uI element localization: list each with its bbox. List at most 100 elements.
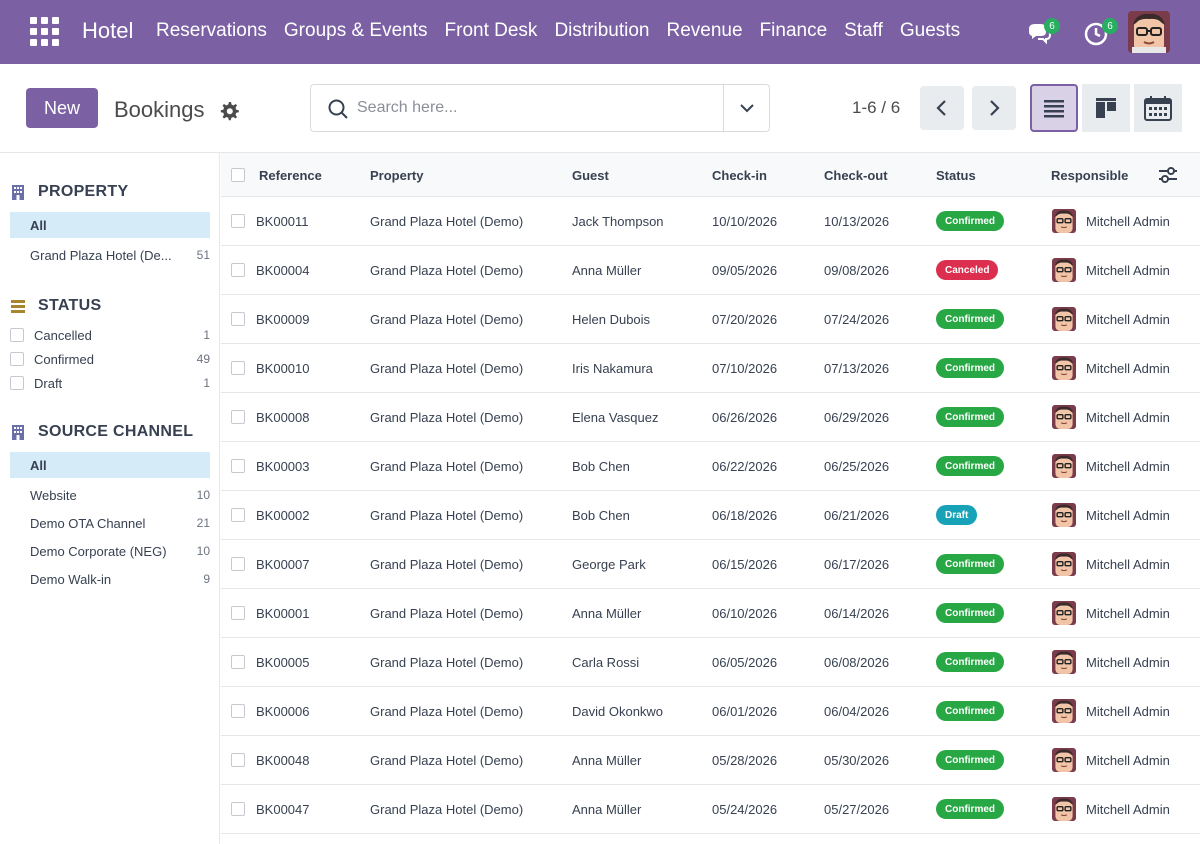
search-options-toggle[interactable] [723,85,769,131]
table-row[interactable]: BK00006 Grand Plaza Hotel (Demo) David Oko… [221,687,1200,736]
sliders-icon[interactable] [1158,166,1178,184]
calendar-view-button[interactable] [1134,84,1182,132]
table-row[interactable]: BK00002 Grand Plaza Hotel (Demo) Bob Chen 0… [221,491,1200,540]
column-reference[interactable]: Reference [259,168,322,183]
avatar [1052,650,1076,674]
source-facet-walk-in[interactable]: Demo Walk-in 9 [10,566,210,592]
property-facet-grand-plaza[interactable]: Grand Plaza Hotel (De... 51 [10,242,210,268]
row-checkbox[interactable] [231,410,245,424]
cell-guest: Bob Chen [572,459,630,474]
pager-value[interactable]: 1-6 / 6 [852,98,900,118]
checkbox[interactable] [10,352,24,366]
table-row[interactable]: BK00047 Grand Plaza Hotel (Demo) Anna Müll… [221,785,1200,834]
table-row[interactable]: BK00048 Grand Plaza Hotel (Demo) Anna Müll… [221,736,1200,785]
cell-check-out: 09/08/2026 [824,263,890,278]
chat-icon[interactable]: 6 [1026,18,1060,48]
search-input[interactable] [357,93,717,123]
table-row[interactable]: BK00011 Grand Plaza Hotel (Demo) Jack Thom… [221,197,1200,246]
column-guest[interactable]: Guest [572,168,609,183]
app-name[interactable]: Hotel [82,18,133,44]
bookings-table: Reference Property Guest Check-in Check-… [221,153,1200,844]
status-badge: Confirmed [936,456,1004,476]
source-facet-website[interactable]: Website 10 [10,482,210,508]
cell-guest: Helen Dubois [572,312,651,327]
column-property[interactable]: Property [370,168,423,183]
cell-responsible: Mitchell Admin [1086,753,1170,768]
table-row[interactable]: BK00003 Grand Plaza Hotel (Demo) Bob Chen 0… [221,442,1200,491]
table-row[interactable]: BK00005 Grand Plaza Hotel (Demo) Carla Ros… [221,638,1200,687]
status-facet-cancelled[interactable]: Cancelled 1 [10,322,210,348]
row-checkbox[interactable] [231,557,245,571]
status-facet-draft[interactable]: Draft 1 [10,370,210,396]
cell-reference: BK00002 [256,508,310,523]
bars-icon [11,300,25,313]
table-row[interactable]: BK00010 Grand Plaza Hotel (Demo) Iris Naka… [221,344,1200,393]
column-status[interactable]: Status [936,168,976,183]
cell-check-in: 07/20/2026 [712,312,778,327]
row-checkbox[interactable] [231,655,245,669]
chevron-down-icon [739,104,754,113]
new-button[interactable]: New [26,88,98,128]
table-row[interactable]: BK00004 Grand Plaza Hotel (Demo) Anna Müll… [221,246,1200,295]
row-checkbox[interactable] [231,704,245,718]
checkbox[interactable] [10,376,24,390]
table-row[interactable]: BK00001 Grand Plaza Hotel (Demo) Anna Müll… [221,589,1200,638]
cell-check-out: 05/27/2026 [824,802,890,817]
menu-distribution[interactable]: Distribution [554,20,649,42]
column-check-in[interactable]: Check-in [712,168,767,183]
row-checkbox[interactable] [231,606,245,620]
pager-next-button[interactable] [972,86,1016,130]
cell-check-in: 06/10/2026 [712,606,778,621]
avatar[interactable] [1128,11,1170,53]
row-checkbox[interactable] [231,361,245,375]
status-badge: Confirmed [936,750,1004,770]
cell-check-in: 05/28/2026 [712,753,778,768]
menu-guests[interactable]: Guests [900,20,960,42]
cell-check-out: 06/29/2026 [824,410,890,425]
source-facet-corporate[interactable]: Demo Corporate (NEG) 10 [10,538,210,564]
status-badge: Confirmed [936,701,1004,721]
column-responsible[interactable]: Responsible [1051,168,1128,183]
list-view-button[interactable] [1030,84,1078,132]
cell-reference: BK00006 [256,704,310,719]
menu-front-desk[interactable]: Front Desk [445,20,538,42]
main-menu: Reservations Groups & Events Front Desk … [156,20,977,42]
checkbox[interactable] [10,328,24,342]
row-checkbox[interactable] [231,802,245,816]
cell-check-out: 10/13/2026 [824,214,890,229]
cell-property: Grand Plaza Hotel (Demo) [370,802,524,817]
source-facet-all[interactable]: All [10,452,210,478]
row-checkbox[interactable] [231,459,245,473]
facet-label: Draft [34,375,63,391]
pager-previous-button[interactable] [920,86,964,130]
menu-finance[interactable]: Finance [760,20,828,42]
source-facet-ota[interactable]: Demo OTA Channel 21 [10,510,210,536]
table-row[interactable]: BK00008 Grand Plaza Hotel (Demo) Elena Vas… [221,393,1200,442]
row-checkbox[interactable] [231,214,245,228]
cell-reference: BK00047 [256,802,310,817]
column-check-out[interactable]: Check-out [824,168,888,183]
clock-icon[interactable]: 6 [1084,18,1118,48]
table-row[interactable]: BK00007 Grand Plaza Hotel (Demo) George Pa… [221,540,1200,589]
menu-staff[interactable]: Staff [844,20,883,42]
status-facet-confirmed[interactable]: Confirmed 49 [10,346,210,372]
gear-icon[interactable] [219,101,239,121]
apps-grid-icon[interactable] [30,17,59,46]
avatar [1052,748,1076,772]
row-checkbox[interactable] [231,263,245,277]
cell-property: Grand Plaza Hotel (Demo) [370,263,524,278]
avatar [1052,405,1076,429]
kanban-view-button[interactable] [1082,84,1130,132]
select-all-checkbox[interactable] [231,168,245,182]
cell-property: Grand Plaza Hotel (Demo) [370,606,524,621]
row-checkbox[interactable] [231,753,245,767]
menu-reservations[interactable]: Reservations [156,20,267,42]
table-row[interactable]: BK00009 Grand Plaza Hotel (Demo) Helen Dub… [221,295,1200,344]
row-checkbox[interactable] [231,508,245,522]
facet-count: 49 [196,352,210,366]
cell-property: Grand Plaza Hotel (Demo) [370,704,524,719]
menu-revenue[interactable]: Revenue [666,20,742,42]
menu-groups-events[interactable]: Groups & Events [284,20,428,42]
property-facet-all[interactable]: All [10,212,210,238]
row-checkbox[interactable] [231,312,245,326]
